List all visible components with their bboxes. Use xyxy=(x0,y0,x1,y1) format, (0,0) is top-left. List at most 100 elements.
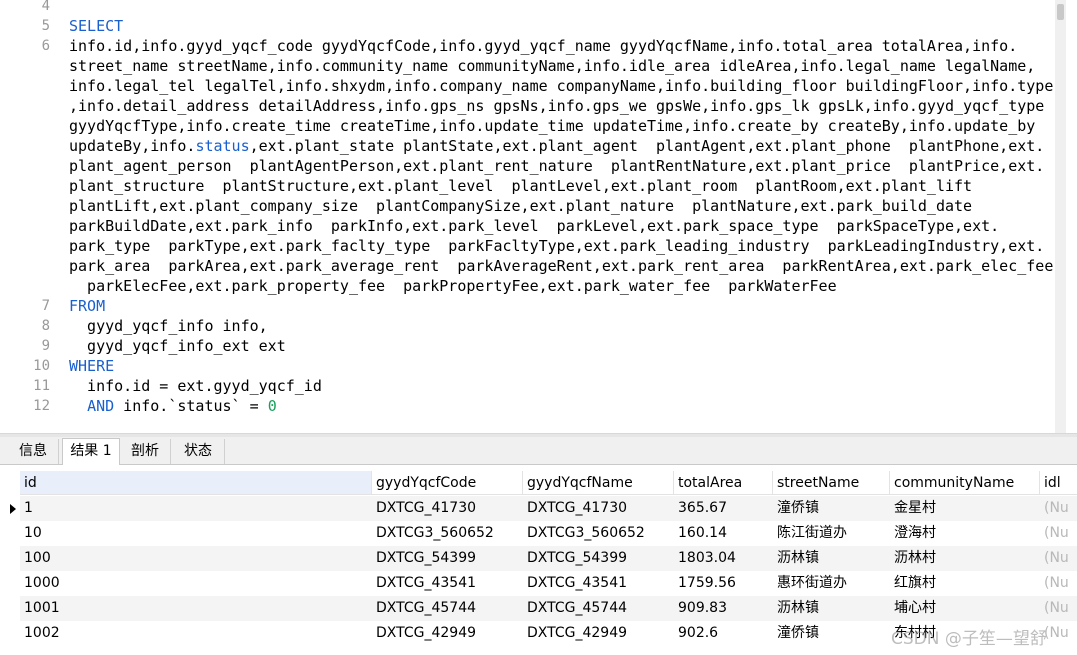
table-cell[interactable]: 1 xyxy=(20,496,372,521)
code-line: park_area parkArea,ext.park_average_rent… xyxy=(0,256,1066,276)
column-header[interactable]: gyydYqcfCode xyxy=(372,471,523,495)
code-line: 11 info.id = ext.gyyd_yqcf_id xyxy=(0,376,1066,396)
table-row[interactable]: 1 DXTCG_41730 DXTCG_41730 365.67 潼侨镇 金星村 (Nu xyxy=(20,496,1077,521)
table-cell[interactable]: DXTCG_54399 xyxy=(372,546,523,571)
sql-text: ,info.detail_address detailAddress,info.… xyxy=(69,97,1045,115)
code-line: 7 FROM xyxy=(0,296,1066,316)
code-text: gyydYqcfType,info.create_time createTime… xyxy=(69,116,1035,136)
table-cell[interactable]: (Nu xyxy=(1040,571,1077,596)
code-line: 12 AND info.`status` = 0 xyxy=(0,396,1066,416)
table-cell[interactable]: DXTCG3_560652 xyxy=(523,521,674,546)
code-line: park_type parkType,ext.park_faclty_type … xyxy=(0,236,1066,256)
code-line: 10 WHERE xyxy=(0,356,1066,376)
table-cell[interactable]: DXTCG_41730 xyxy=(372,496,523,521)
code-line: info.legal_tel legalTel,info.shxydm,info… xyxy=(0,76,1066,96)
editor-scrollbar[interactable] xyxy=(1055,0,1066,433)
tab-3[interactable]: 剖析 xyxy=(120,439,171,464)
sql-keyword: SELECT xyxy=(69,17,124,35)
code-line: plantLift,ext.plant_company_size plantCo… xyxy=(0,196,1066,216)
table-cell[interactable]: 100 xyxy=(20,546,372,571)
code-text: parkElecFee,ext.park_property_fee parkPr… xyxy=(69,276,837,296)
table-cell[interactable]: 1001 xyxy=(20,596,372,621)
table-cell[interactable]: DXTCG_43541 xyxy=(372,571,523,596)
column-header[interactable]: idl xyxy=(1040,471,1077,495)
table-cell[interactable]: 1000 xyxy=(20,571,372,596)
table-cell[interactable]: 澄海村 xyxy=(890,521,1040,546)
column-header[interactable]: gyydYqcfName xyxy=(523,471,674,495)
table-cell[interactable]: (Nu xyxy=(1040,596,1077,621)
table-cell[interactable]: DXTCG_42949 xyxy=(372,621,523,646)
tab-1[interactable]: 信息 xyxy=(8,439,59,464)
table-cell[interactable]: (Nu xyxy=(1040,546,1077,571)
table-cell[interactable]: 潼侨镇 xyxy=(773,621,890,646)
sql-text: plant_structure plantStructure,ext.plant… xyxy=(69,177,973,195)
code-line: 6 info.id,info.gyyd_yqcf_code gyydYqcfCod… xyxy=(0,36,1066,56)
column-header[interactable]: id xyxy=(20,471,372,495)
sql-text: park_area parkArea,ext.park_average_rent… xyxy=(69,257,1054,275)
table-cell[interactable]: DXTCG_54399 xyxy=(523,546,674,571)
sql-text: park_type parkType,ext.park_faclty_type … xyxy=(69,237,1045,255)
code-text: gyyd_yqcf_info_ext ext xyxy=(69,336,286,356)
code-text: SELECT xyxy=(69,16,123,36)
table-row[interactable]: 10 DXTCG3_560652 DXTCG3_560652 160.14 陈江街道办澄… xyxy=(20,521,1077,546)
sql-keyword: FROM xyxy=(69,297,106,315)
sql-text: parkElecFee,ext.park_property_fee parkPr… xyxy=(69,277,837,295)
table-cell[interactable]: 埔心村 xyxy=(890,596,1040,621)
table-cell[interactable]: 1803.04 xyxy=(674,546,773,571)
column-header[interactable]: streetName xyxy=(773,471,890,495)
table-cell[interactable]: DXTCG_45744 xyxy=(523,596,674,621)
table-cell[interactable]: DXTCG_41730 xyxy=(523,496,674,521)
line-number: 10 xyxy=(33,358,50,374)
table-cell[interactable]: 潼侨镇 xyxy=(773,496,890,521)
table-cell[interactable]: 沥林镇 xyxy=(773,596,890,621)
table-cell[interactable]: (Nu xyxy=(1040,496,1077,521)
table-cell[interactable]: 909.83 xyxy=(674,596,773,621)
code-text: updateBy,info.status,ext.plant_state pla… xyxy=(69,136,1044,156)
table-cell[interactable]: 160.14 xyxy=(674,521,773,546)
line-number: 8 xyxy=(41,318,50,334)
table-row[interactable]: 1001 DXTCG_45744 DXTCG_45744 909.83 沥林镇 埔心村 (N… xyxy=(20,596,1077,621)
tab-4[interactable]: 状态 xyxy=(172,439,225,464)
code-text: info.id,info.gyyd_yqcf_code gyydYqcfCode… xyxy=(69,36,1017,56)
table-cell[interactable]: 惠环街道办 xyxy=(773,571,890,596)
sql-text: parkBuildDate,ext.park_info parkInfo,ext… xyxy=(69,217,1000,235)
code-text: park_type parkType,ext.park_faclty_type … xyxy=(69,236,1044,256)
sql-text: gyyd_yqcf_info_ext ext xyxy=(69,337,286,355)
table-cell[interactable]: DXTCG_42949 xyxy=(523,621,674,646)
sql-editor[interactable]: 4 5 SELECT 6 info.id,info.gyyd_yqcf_code gyy… xyxy=(0,0,1066,433)
scroll-thumb[interactable] xyxy=(1057,4,1064,20)
watermark: CSDN @子笙—望舒 xyxy=(891,629,1047,649)
row-pointer-icon xyxy=(10,504,16,514)
table-cell[interactable]: 沥林镇 xyxy=(773,546,890,571)
table-cell[interactable]: 1759.56 xyxy=(674,571,773,596)
table-row[interactable]: 100 DXTCG_54399 DXTCG_54399 1803.04 沥林镇 沥林村 (N… xyxy=(20,546,1077,571)
table-cell[interactable]: 10 xyxy=(20,521,372,546)
sql-text: plant_agent_person plantAgentPerson,ext.… xyxy=(69,157,1045,175)
tab-2[interactable]: 结果 1 xyxy=(62,438,120,466)
sql-text: plantLift,ext.plant_company_size plantCo… xyxy=(69,197,973,215)
code-text: FROM xyxy=(69,296,105,316)
column-header[interactable]: communityName xyxy=(890,471,1040,495)
table-cell[interactable]: 陈江街道办 xyxy=(773,521,890,546)
table-cell[interactable]: (Nu xyxy=(1040,521,1077,546)
line-number: 7 xyxy=(41,298,50,314)
table-cell[interactable]: DXTCG_43541 xyxy=(523,571,674,596)
code-line: parkElecFee,ext.park_property_fee parkPr… xyxy=(0,276,1066,296)
line-number: 5 xyxy=(41,18,50,34)
sql-text: info.id = ext.gyyd_yqcf_id xyxy=(69,377,322,395)
table-cell[interactable]: 902.6 xyxy=(674,621,773,646)
table-cell[interactable]: DXTCG_45744 xyxy=(372,596,523,621)
result-tabs: 信息 结果 1 剖析 状态 xyxy=(0,437,1077,466)
table-cell[interactable]: 红旗村 xyxy=(890,571,1040,596)
sql-keyword: WHERE xyxy=(69,357,115,375)
table-row[interactable]: 1000 DXTCG_43541 DXTCG_43541 1759.56 惠环街道办 红旗… xyxy=(20,571,1077,596)
line-number: 4 xyxy=(41,0,50,14)
table-cell[interactable]: 365.67 xyxy=(674,496,773,521)
column-header[interactable]: totalArea xyxy=(674,471,773,495)
table-cell[interactable]: 1002 xyxy=(20,621,372,646)
table-cell[interactable]: DXTCG3_560652 xyxy=(372,521,523,546)
sql-text: gyyd_yqcf_info info, xyxy=(69,317,268,335)
table-cell[interactable]: 沥林村 xyxy=(890,546,1040,571)
table-cell[interactable]: 金星村 xyxy=(890,496,1040,521)
code-text: plant_structure plantStructure,ext.plant… xyxy=(69,176,972,196)
